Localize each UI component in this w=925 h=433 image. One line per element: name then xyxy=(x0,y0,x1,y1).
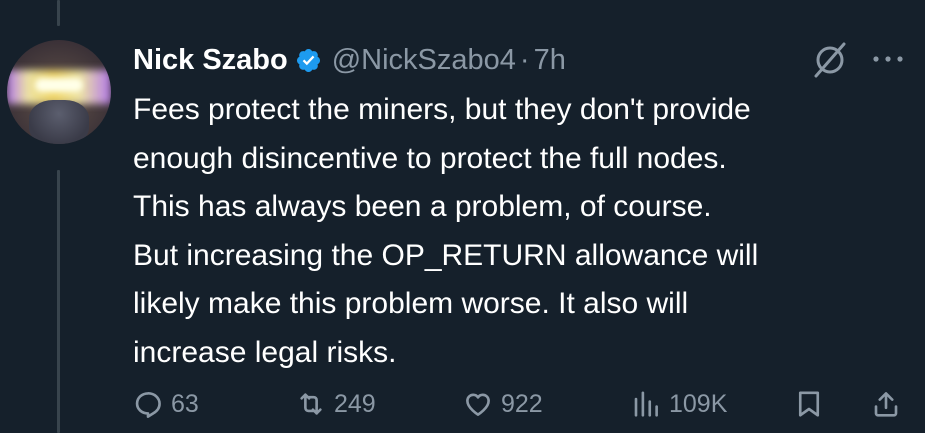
author-name[interactable]: Nick Szabo xyxy=(133,44,288,77)
avatar[interactable] xyxy=(7,40,111,144)
like-count: 922 xyxy=(501,389,543,418)
avatar-face xyxy=(29,100,89,144)
avatar-glow-core xyxy=(35,78,83,92)
tweet-header: Nick Szabo @NickSzabo4 · 7h xyxy=(133,38,566,82)
like-button[interactable]: 922 xyxy=(463,380,543,428)
retweet-count: 249 xyxy=(334,389,376,418)
heart-icon xyxy=(466,393,490,416)
bookmark-icon xyxy=(798,391,820,417)
tweet-text: Fees protect the miners, but they don't … xyxy=(133,93,759,369)
retweet-icon xyxy=(300,393,322,415)
bookmark-button[interactable] xyxy=(794,380,824,428)
thread-line-top xyxy=(57,0,60,26)
reply-icon xyxy=(135,392,161,418)
more-icon[interactable] xyxy=(866,44,910,74)
verified-badge-icon[interactable] xyxy=(295,47,322,74)
reply-button[interactable]: 63 xyxy=(133,380,199,428)
views-button[interactable]: 109K xyxy=(631,380,727,428)
grok-icon[interactable] xyxy=(810,40,850,80)
share-button[interactable] xyxy=(871,380,901,428)
views-count: 109K xyxy=(669,389,728,418)
views-icon xyxy=(634,391,658,417)
share-icon xyxy=(874,392,898,417)
tweet-actions: 63 249 922 109K xyxy=(133,380,913,428)
separator-dot: · xyxy=(519,43,530,76)
tweet-time[interactable]: 7h xyxy=(534,44,566,77)
author-handle[interactable]: @NickSzabo4 xyxy=(332,44,516,77)
thread-line-bottom xyxy=(57,170,60,433)
reply-count: 63 xyxy=(171,389,199,418)
retweet-button[interactable]: 249 xyxy=(296,380,376,428)
